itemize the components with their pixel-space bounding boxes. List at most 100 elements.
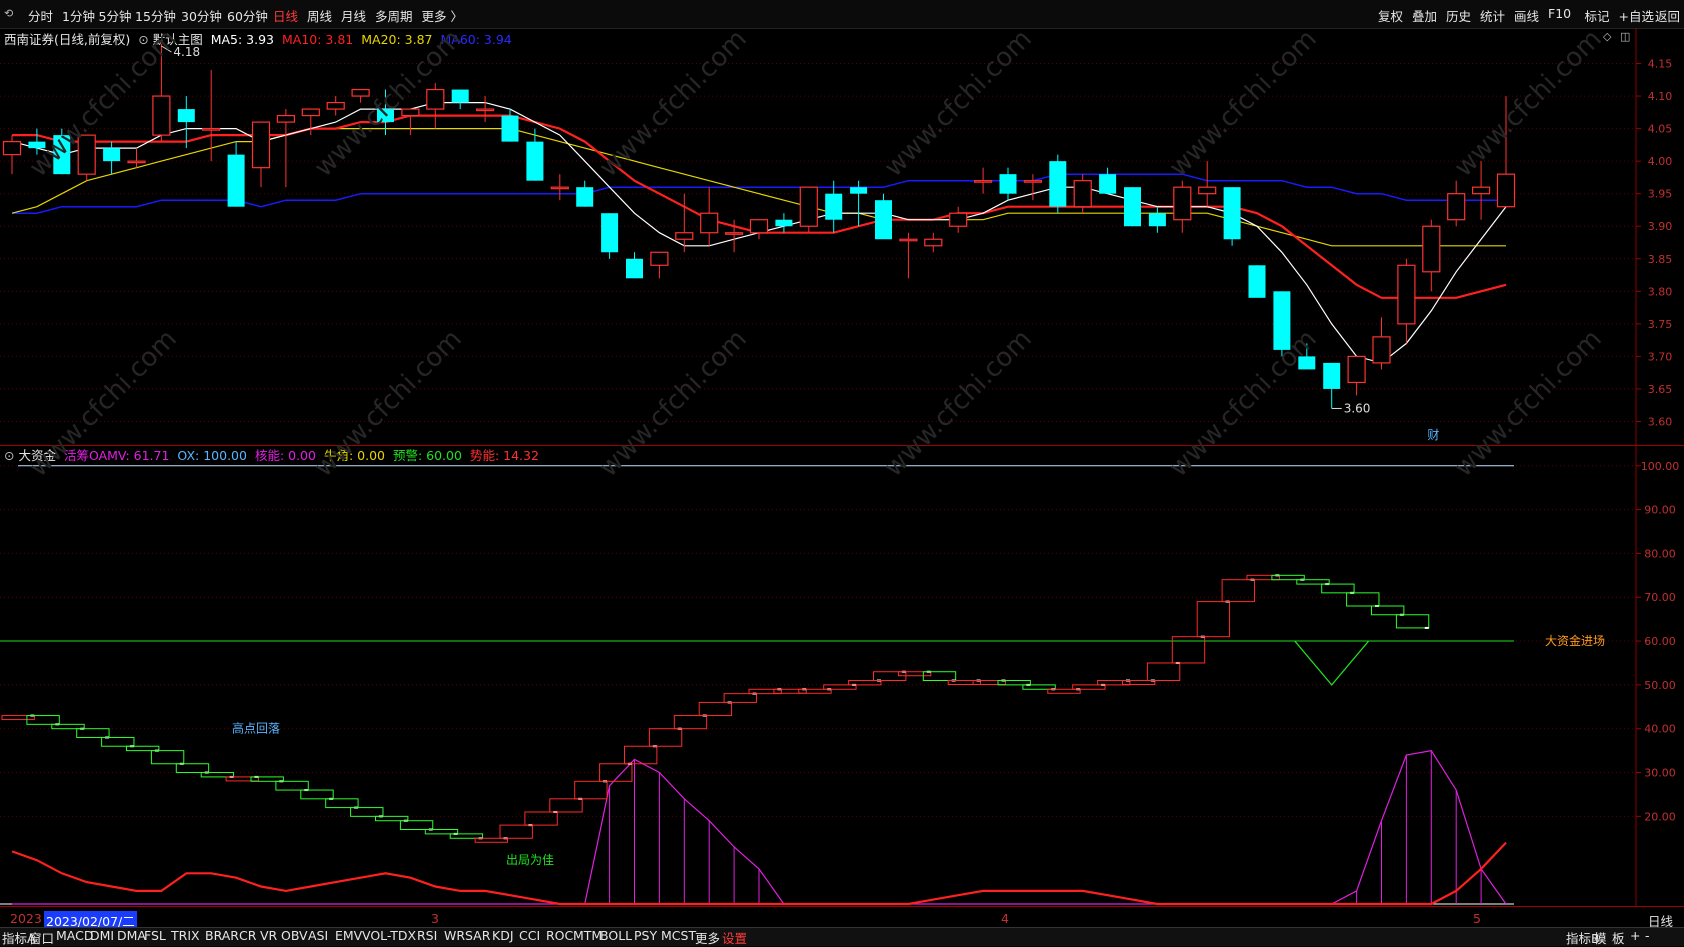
watermark: www.cfchi.com	[879, 324, 1038, 483]
main-tick-label: 4.10	[1648, 90, 1673, 103]
candle-body	[1173, 186, 1192, 221]
toolbar-btn-6[interactable]: 标记	[1585, 6, 1610, 25]
candle-body	[1198, 186, 1217, 195]
period-tab-10[interactable]: 更多 〉	[422, 6, 463, 25]
period-tab-1[interactable]: 1分钟	[62, 6, 95, 25]
indicator-tab-right-4[interactable]: -	[1645, 928, 1650, 943]
period-tab-9[interactable]: 多周期	[375, 6, 413, 25]
candle-body	[1496, 173, 1516, 208]
oamv-box	[524, 811, 558, 826]
indicator-tab-7[interactable]: BRAR	[205, 928, 239, 943]
candle-body	[103, 148, 121, 162]
ind-tick-label: 80.00	[1644, 547, 1676, 560]
candle-body	[1323, 362, 1341, 389]
candle-body	[276, 114, 295, 123]
candle-body	[999, 174, 1017, 194]
watermark: www.cfchi.com	[879, 28, 1038, 183]
main-tick-label: 3.75	[1648, 318, 1673, 331]
toolbar-btn-5[interactable]: F10	[1548, 6, 1571, 21]
period-tab-8[interactable]: 月线	[341, 6, 366, 25]
ind-tick-label: 100.00	[1641, 460, 1680, 473]
toolbar-btn-7[interactable]: +自选	[1619, 6, 1654, 25]
indicator-tab-10[interactable]: OBV	[281, 928, 308, 943]
indicator-tab-15[interactable]: WR	[444, 928, 465, 943]
indicator-tab-11[interactable]: ASI	[308, 928, 328, 943]
indicator-tab-13[interactable]: VOL-TDX	[362, 928, 416, 943]
indicator-tab-right-1[interactable]: 模	[1594, 928, 1607, 947]
candle-body	[1347, 355, 1366, 384]
period-tab-2[interactable]: 5分钟	[99, 6, 132, 25]
indicator-tab-24[interactable]: 更多	[695, 928, 720, 947]
indicator-tab-18[interactable]: CCI	[519, 928, 540, 943]
watermark: www.cfchi.com	[594, 324, 753, 483]
period-tab-4[interactable]: 30分钟	[181, 6, 222, 25]
ind-tick-label: 30.00	[1644, 767, 1676, 780]
candle-body	[775, 219, 793, 227]
candle-body	[924, 238, 943, 247]
candle-body	[850, 187, 868, 194]
indicator-tab-14[interactable]: RSI	[417, 928, 437, 943]
oamv-box	[1, 715, 35, 721]
toolbar-btn-1[interactable]: 叠加	[1412, 6, 1437, 25]
period-tab-6[interactable]: 日线	[273, 6, 298, 25]
toolbar-btn-8[interactable]: 返回	[1655, 6, 1680, 25]
main-tick-label: 3.80	[1648, 285, 1673, 298]
oamv-box	[399, 820, 434, 830]
indicator-tab-right-3[interactable]: +	[1630, 928, 1640, 943]
candle-body	[1023, 180, 1043, 183]
candle-body	[650, 251, 669, 266]
indicator-tab-21[interactable]: BOLL	[600, 928, 632, 943]
indicator-tab-19[interactable]: ROC	[546, 928, 573, 943]
watermark: www.cfchi.com	[1164, 324, 1323, 483]
month-label-5: 5	[1473, 911, 1481, 926]
toolbar-btn-2[interactable]: 历史	[1446, 6, 1471, 25]
oamv-box	[673, 715, 708, 730]
main-tick-label: 3.65	[1648, 383, 1673, 396]
main-tick-label: 3.90	[1648, 220, 1673, 233]
ind-tick-label: 60.00	[1644, 635, 1676, 648]
indicator-tab-6[interactable]: TRIX	[171, 928, 200, 943]
candle-body	[401, 108, 420, 117]
oamv-box	[300, 789, 334, 800]
oamv-box	[499, 824, 533, 839]
toolbar-btn-0[interactable]: 复权	[1378, 6, 1403, 25]
indicator-tab-22[interactable]: PSY	[634, 928, 657, 943]
oamv-box	[1146, 662, 1181, 681]
indicator-tab-20[interactable]: MTM	[573, 928, 602, 943]
candle-body	[227, 154, 245, 207]
indicator-tab-9[interactable]: VR	[260, 928, 277, 943]
indicator-tab-4[interactable]: DMA	[117, 928, 146, 943]
indicator-tab-23[interactable]: MCST	[661, 928, 696, 943]
candle-body	[1049, 161, 1067, 207]
date-year: 2023	[10, 911, 42, 926]
toolbar-btn-4[interactable]: 画线	[1514, 6, 1539, 25]
indicator-tab-17[interactable]: KDJ	[492, 928, 514, 943]
toolbar-btn-3[interactable]: 统计	[1480, 6, 1505, 25]
indicator-tab-16[interactable]: SAR	[465, 928, 490, 943]
indicator-tab-right-2[interactable]: 板	[1612, 928, 1625, 947]
oamv-box	[1221, 579, 1255, 603]
indicator-tab-5[interactable]: FSL	[144, 928, 166, 943]
oamv-box	[1346, 592, 1380, 607]
indicator-tab-2[interactable]: MACD	[56, 928, 93, 943]
period-tab-7[interactable]: 周线	[307, 6, 332, 25]
candle-body	[451, 89, 469, 103]
indicator-tab-1[interactable]: 窗口	[29, 928, 54, 947]
period-tab-5[interactable]: 60分钟	[227, 6, 268, 25]
indicator-tab-8[interactable]: CR	[239, 928, 256, 943]
indicator-tab-12[interactable]: EMV	[335, 928, 362, 943]
candle-body	[749, 219, 769, 234]
oamv-box	[723, 693, 757, 703]
candle-body	[949, 212, 968, 227]
period-tab-0[interactable]: 分时	[28, 6, 53, 25]
chart-canvas[interactable]: 3.60 3.65 3.70 3.75 3.80 3.85 3.90 3.95 4.00 4.05…	[0, 28, 1684, 928]
month-label-3: 3	[431, 911, 439, 926]
candle-body	[626, 258, 643, 279]
indicator-tab-3[interactable]: DMI	[90, 928, 114, 943]
oamv-box	[1371, 605, 1405, 616]
period-tab-3[interactable]: 15分钟	[135, 6, 176, 25]
back-icon[interactable]: ⟲	[4, 7, 13, 20]
candle-body	[1248, 265, 1266, 298]
candle-body	[177, 109, 195, 123]
indicator-tab-25[interactable]: 设置	[722, 928, 747, 947]
